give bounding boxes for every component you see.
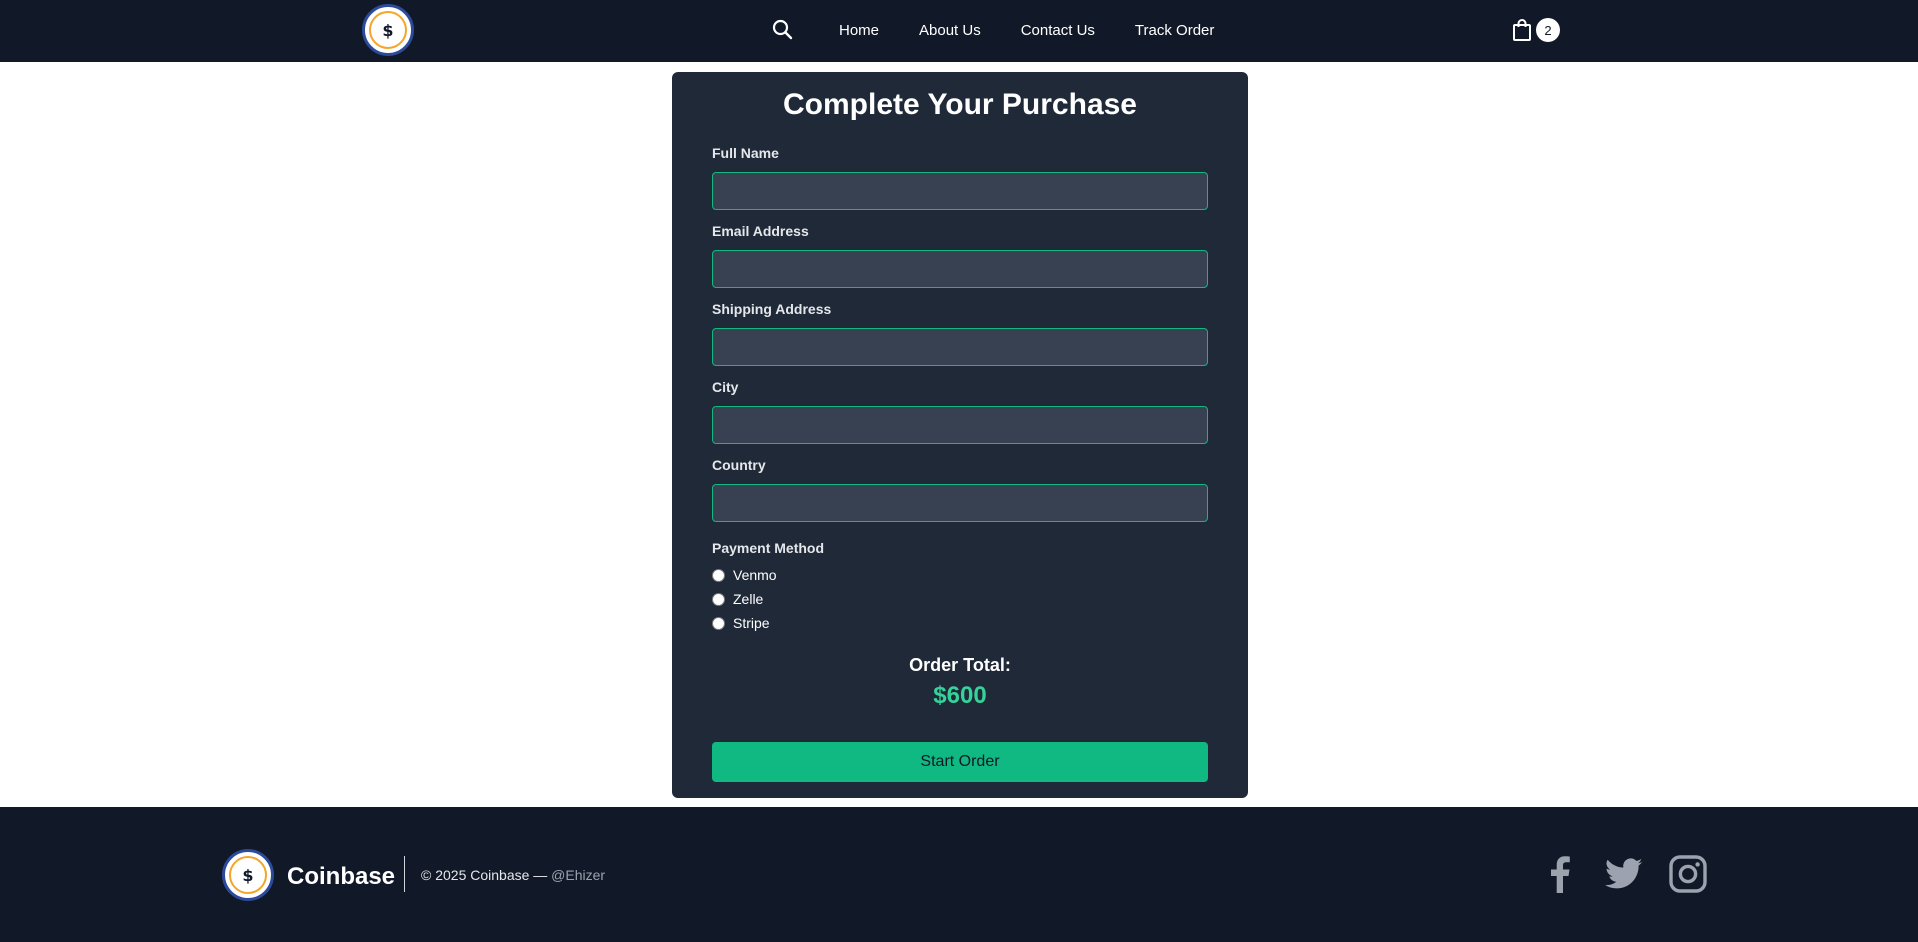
zelle-radio[interactable] bbox=[712, 592, 725, 606]
city-input[interactable] bbox=[712, 406, 1208, 444]
payment-method-label: Payment Method bbox=[712, 540, 825, 556]
cart-count-badge: 2 bbox=[1536, 18, 1560, 42]
footer-brand: Coinbase bbox=[287, 863, 396, 890]
footer-copyright: © 2025 Coinbase — @Ehizer bbox=[421, 867, 605, 883]
venmo-label[interactable]: Venmo bbox=[733, 567, 777, 583]
full-name-input[interactable] bbox=[712, 172, 1208, 210]
nav-link-home[interactable]: Home bbox=[823, 0, 899, 62]
email-label: Email Address bbox=[712, 223, 809, 239]
nav-link-about-us[interactable]: About Us bbox=[899, 0, 1001, 62]
logo[interactable]: $ bbox=[362, 4, 414, 56]
shipping-address-input[interactable] bbox=[712, 328, 1208, 366]
city-label: City bbox=[712, 379, 739, 395]
instagram-icon[interactable] bbox=[1668, 854, 1708, 894]
footer-divider bbox=[404, 856, 405, 892]
shipping-address-label: Shipping Address bbox=[712, 301, 832, 317]
order-total-label: Order Total: bbox=[909, 655, 1011, 675]
nav-link-track-order[interactable]: Track Order bbox=[1115, 0, 1234, 62]
facebook-icon[interactable] bbox=[1546, 854, 1574, 894]
dollar-icon: $ bbox=[369, 11, 407, 49]
page-title: Complete Your Purchase bbox=[783, 88, 1137, 121]
zelle-label[interactable]: Zelle bbox=[733, 591, 763, 607]
dollar-icon: $ bbox=[229, 856, 267, 894]
author-handle-link[interactable]: @Ehizer bbox=[551, 867, 605, 883]
payment-option-zelle: Zelle bbox=[712, 591, 763, 607]
stripe-radio[interactable] bbox=[712, 616, 725, 630]
twitter-icon[interactable] bbox=[1604, 854, 1644, 894]
start-order-button[interactable]: Start Order bbox=[712, 742, 1208, 782]
search-icon[interactable] bbox=[770, 17, 796, 43]
shopping-bag-icon[interactable] bbox=[1510, 17, 1534, 43]
email-input[interactable] bbox=[712, 250, 1208, 288]
navbar: $ Home About Us Contact Us Track Order 2 bbox=[0, 0, 1918, 62]
nav-links: Home About Us Contact Us Track Order bbox=[823, 0, 1234, 62]
footer: $ Coinbase © 2025 Coinbase — @Ehizer bbox=[0, 807, 1918, 942]
payment-option-stripe: Stripe bbox=[712, 615, 770, 631]
copyright-text: © 2025 Coinbase — bbox=[421, 867, 552, 883]
payment-option-venmo: Venmo bbox=[712, 567, 777, 583]
venmo-radio[interactable] bbox=[712, 568, 725, 582]
order-total-value: $600 bbox=[933, 682, 987, 709]
country-label: Country bbox=[712, 457, 766, 473]
nav-link-contact-us[interactable]: Contact Us bbox=[1001, 0, 1115, 62]
footer-logo[interactable]: $ bbox=[222, 849, 274, 901]
country-input[interactable] bbox=[712, 484, 1208, 522]
stripe-label[interactable]: Stripe bbox=[733, 615, 770, 631]
full-name-label: Full Name bbox=[712, 145, 779, 161]
